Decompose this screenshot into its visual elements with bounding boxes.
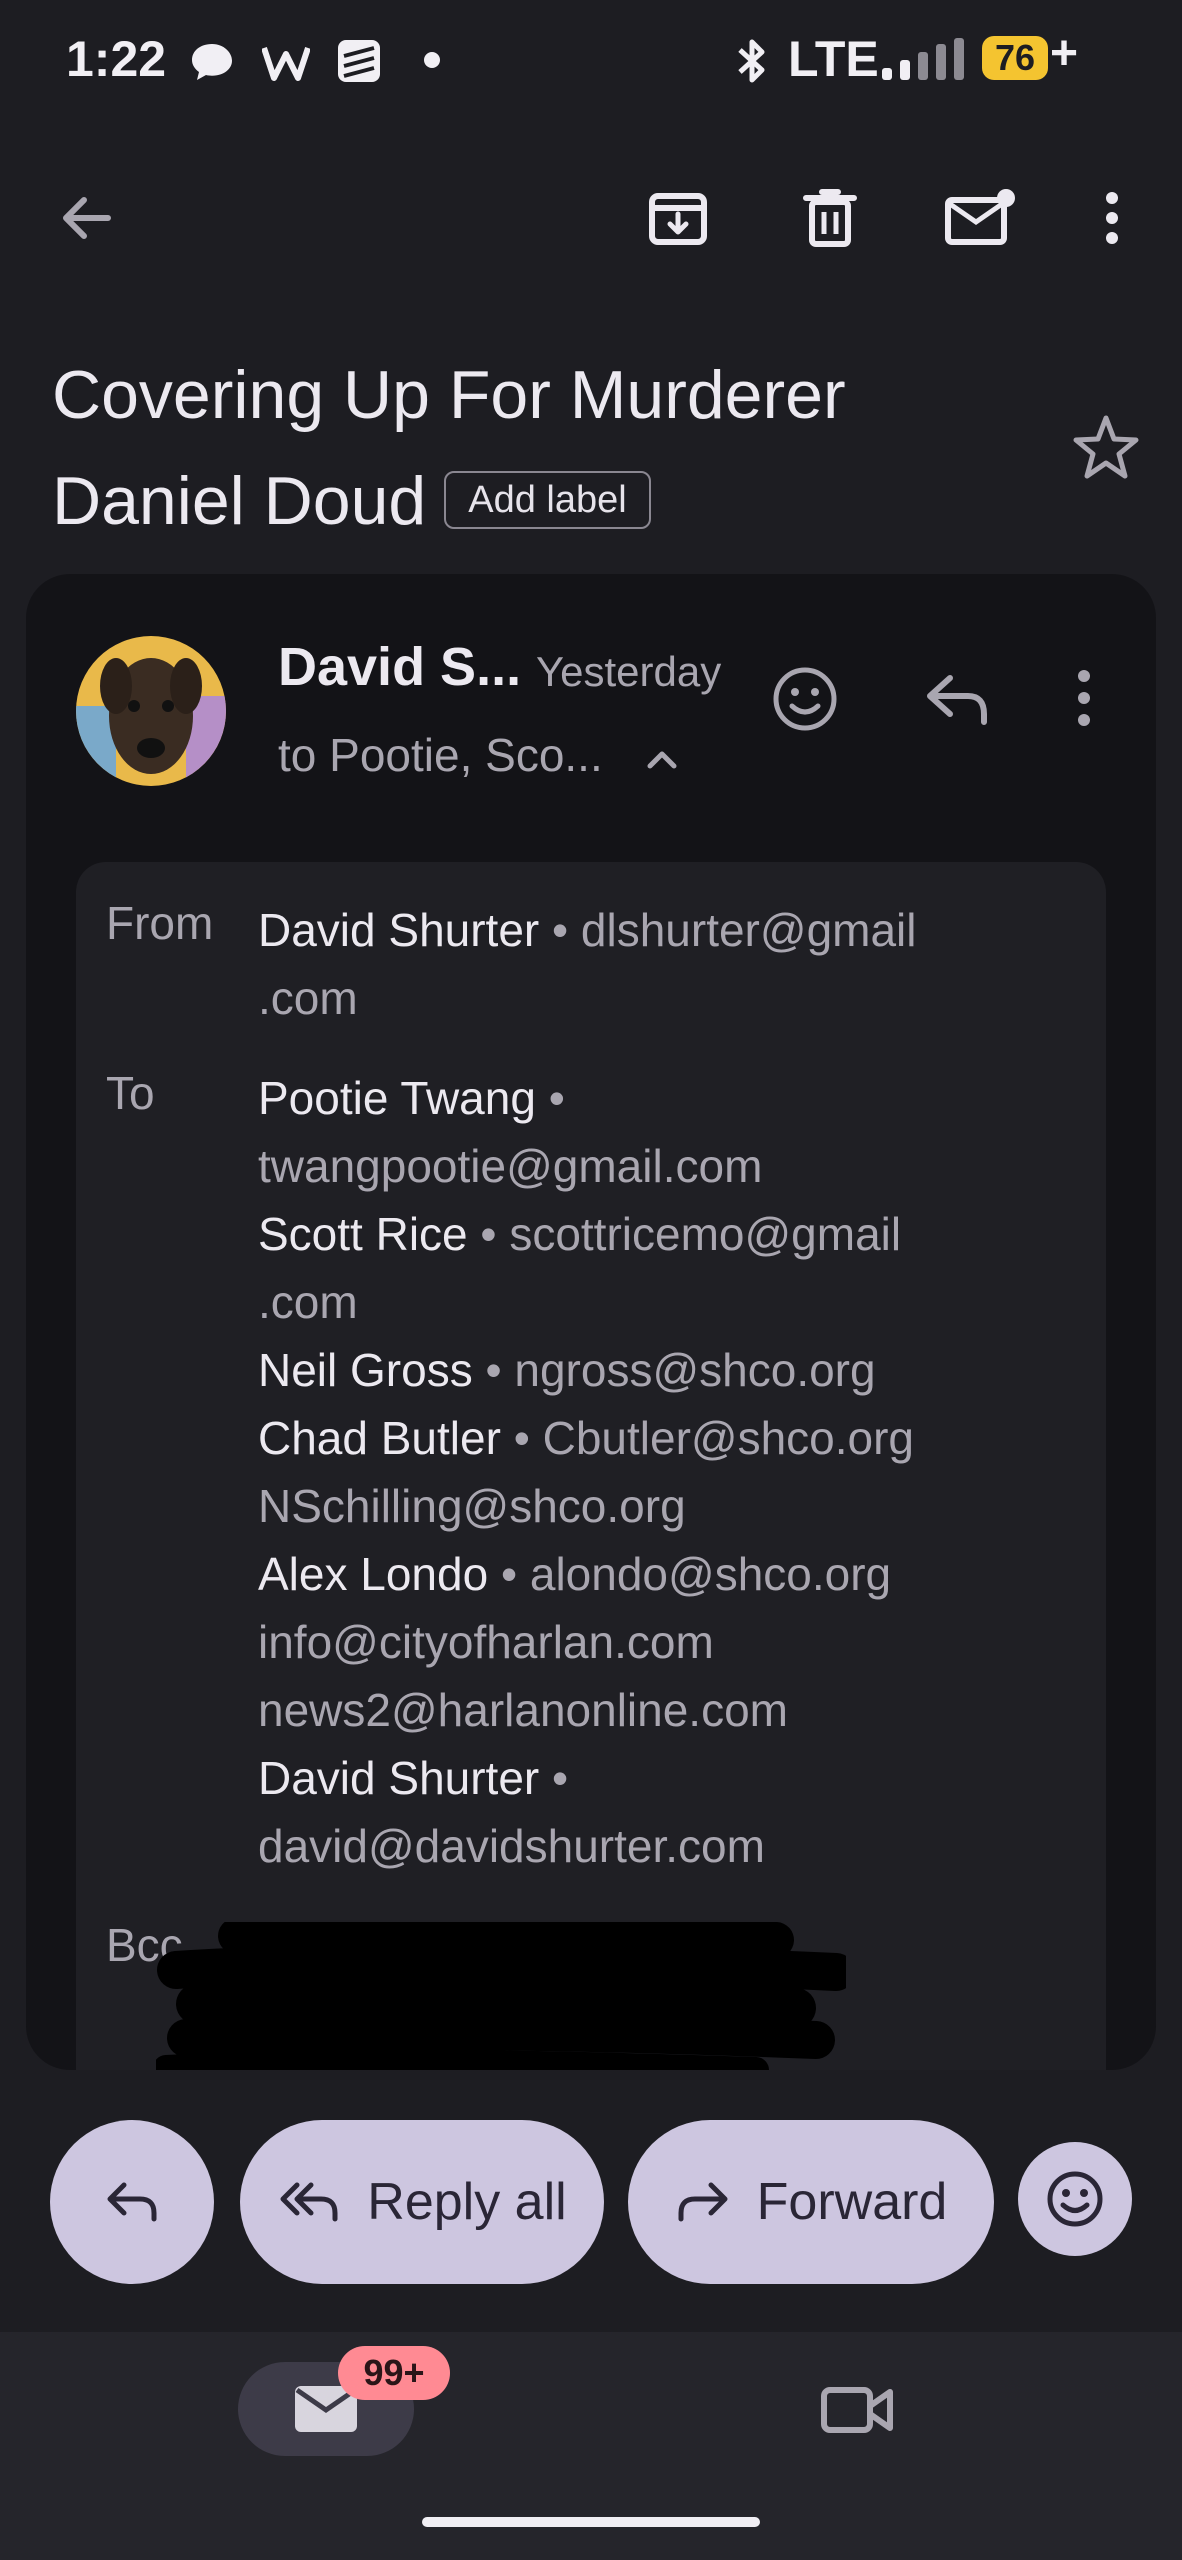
from-label: From [106,897,214,949]
recipient-email[interactable]: david@davidshurter.com [258,1812,1058,1880]
to-line-3: Scott Rice • scottricemo@gmail [258,1208,902,1260]
react-button[interactable] [770,664,840,734]
more-options-button[interactable] [1064,170,1160,266]
mark-unread-button[interactable] [932,170,1028,266]
home-indicator[interactable] [422,2517,760,2527]
recipient-details: From To Bcc David Shurter • dlshurter@gm… [76,862,1106,2070]
from-email-cont: .com [258,972,358,1024]
sent-time: Yesterday [536,648,722,695]
from-line: David Shurter • dlshurter@gmail [258,904,917,956]
forward-label: Forward [756,2173,948,2231]
recipient-name: Chad Butler [258,1412,501,1464]
emoji-icon [773,667,837,731]
dog-avatar-icon [76,636,226,786]
charging-indicator: + [1050,27,1079,80]
recipient-email[interactable]: alondo@shco.org [530,1548,891,1600]
recipient-email[interactable]: news2@harlanonline.com [258,1676,1058,1744]
message-more-button[interactable] [1074,668,1100,728]
back-arrow-icon [63,197,111,239]
to-line-11: David Shurter • [258,1752,569,1804]
recipients-text: to Pootie, Sco... [278,729,603,781]
recipient-name: David Shurter [258,1752,540,1804]
reply-icon [107,2182,157,2222]
recipient-name: Pootie Twang [258,1072,536,1124]
delete-button[interactable] [782,170,878,266]
more-vert-icon [1106,192,1118,244]
to-line-8: Alex Londo • alondo@shco.org [258,1548,892,1600]
back-button[interactable] [38,170,134,266]
delete-icon [803,189,857,247]
signal-icon [882,38,964,80]
redaction-scribble [156,1922,846,2070]
status-bar: 1:22 LTE 76 + [0,0,1182,120]
recipient-email[interactable]: Cbutler@shco.org [543,1412,914,1464]
unread-count-badge: 99+ [338,2346,450,2400]
reply-icon [927,675,987,725]
nav-meet-tab[interactable] [818,2380,898,2440]
recipient-email[interactable]: ngross@shco.org [514,1344,875,1396]
to-line-5: Neil Gross • ngross@shco.org [258,1344,876,1396]
from-name: David Shurter [258,904,540,956]
recipient-email[interactable]: scottricemo@gmail [509,1208,901,1260]
archive-button[interactable] [630,170,726,266]
recipient-email[interactable]: NSchilling@shco.org [258,1472,1058,1540]
reply-all-label: Reply all [367,2173,567,2231]
recipient-name: Alex Londo [258,1548,489,1600]
chat-bubble-icon [192,44,232,80]
mark-unread-icon [945,189,1015,245]
network-type: LTE [788,31,879,87]
reply-all-icon [280,2182,338,2222]
reply-button[interactable] [922,666,992,732]
star-button[interactable] [1068,410,1144,486]
address-list: David Shurter • dlshurter@gmail .com Poo… [258,896,1058,1880]
emoji-react-button[interactable] [1018,2142,1132,2256]
reply-pill-button[interactable] [50,2120,214,2284]
recipient-email[interactable]: twangpootie@gmail.com [258,1132,1058,1200]
recipients-summary[interactable]: to Pootie, Sco... [278,728,682,782]
add-label-button[interactable]: Add label [444,471,651,530]
archive-icon [649,193,707,245]
status-time: 1:22 [66,31,167,87]
notification-dot-icon [424,52,440,68]
forward-icon [678,2182,728,2222]
to-label: To [106,1067,155,1119]
star-icon [1073,415,1139,479]
forward-button[interactable]: Forward [628,2120,994,2284]
emoji-icon [1047,2171,1103,2227]
reply-all-button[interactable]: Reply all [240,2120,604,2284]
to-line-6: Chad Butler • Cbutler@shco.org [258,1412,915,1464]
sender-name: David S... [278,637,522,697]
avatar[interactable] [76,636,226,786]
box-app-icon [338,40,380,82]
email-subject: Covering Up For Murderer Daniel Doud Add … [52,342,1032,554]
from-email[interactable]: dlshurter@gmail [581,904,917,956]
more-vert-icon [1078,670,1090,726]
w-app-icon [262,47,310,81]
recipient-name: Neil Gross [258,1344,473,1396]
chevron-up-icon [647,751,677,769]
recipient-email[interactable]: info@cityofharlan.com [258,1608,1058,1676]
video-camera-icon [821,2387,893,2433]
to-line-1: Pootie Twang • [258,1072,565,1124]
recipient-email-cont: .com [258,1276,358,1328]
recipient-name: Scott Rice [258,1208,468,1260]
battery-level: 76 [982,36,1048,80]
bluetooth-icon [738,39,765,83]
